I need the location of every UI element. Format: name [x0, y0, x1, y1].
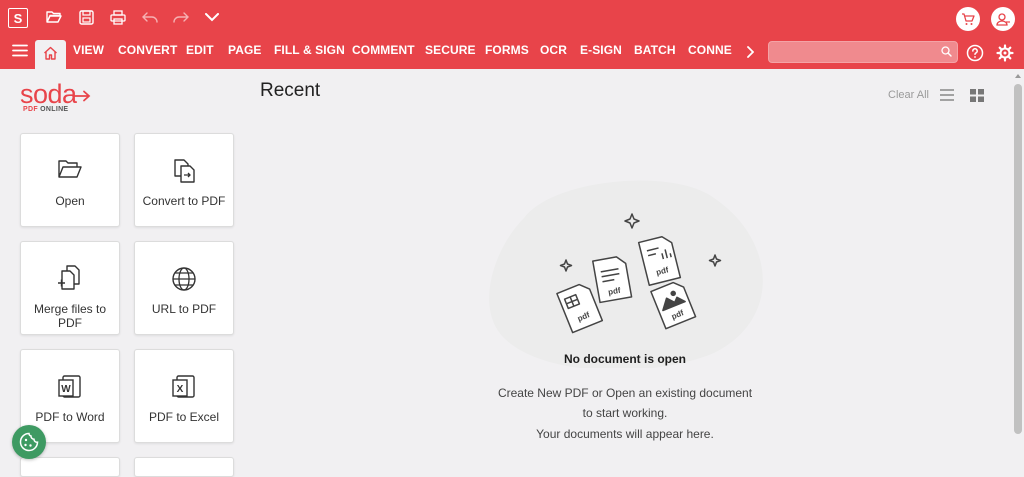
empty-state-line-3: Your documents will appear here. — [536, 427, 714, 441]
chevron-right-icon[interactable] — [746, 46, 754, 58]
card-label: Open — [55, 194, 85, 208]
user-account-icon[interactable] — [991, 7, 1015, 31]
save-icon[interactable] — [79, 10, 94, 25]
top-toolbar: S VIEW CONVERT EDIT PAGE FILL & SIGN COM… — [0, 0, 1024, 69]
card-label: Convert to PDF — [142, 194, 226, 208]
list-view-icon[interactable] — [940, 89, 954, 101]
open-card[interactable]: Open — [20, 133, 120, 227]
app-logo-letter: S — [13, 10, 23, 26]
more-action-card[interactable] — [134, 457, 234, 477]
menu-view[interactable]: VIEW — [73, 38, 104, 69]
settings-gear-icon[interactable] — [996, 44, 1014, 62]
print-icon[interactable] — [110, 10, 126, 25]
logo-word: soda — [20, 79, 77, 109]
cart-icon[interactable] — [956, 7, 980, 31]
undo-icon[interactable] — [142, 11, 158, 23]
excel-file-icon: X — [135, 374, 233, 400]
empty-state-line-2: to start working. — [582, 406, 668, 420]
menu-forms[interactable]: FORMS — [485, 38, 529, 69]
logo-online: ONLINE — [37, 106, 69, 113]
cookie-settings-button[interactable] — [12, 425, 46, 459]
card-label: PDF to Word — [35, 410, 105, 424]
logo-arrow-icon — [72, 90, 91, 102]
scroll-up-icon[interactable] — [1015, 74, 1021, 78]
home-icon — [43, 46, 58, 60]
grid-view-icon[interactable] — [970, 89, 984, 102]
globe-icon — [135, 266, 233, 292]
empty-state-line-1: Create New PDF or Open an existing docum… — [497, 386, 753, 400]
logo-subtitle: PDF ONLINE — [23, 106, 68, 113]
pdf-to-excel-card[interactable]: X PDF to Excel — [134, 349, 234, 443]
svg-text:W: W — [61, 384, 71, 395]
vertical-scrollbar[interactable] — [1012, 70, 1024, 468]
menu-comment[interactable]: COMMENT — [352, 38, 415, 69]
card-label: URL to PDF — [151, 302, 217, 316]
card-label: Merge files to PDF — [33, 302, 107, 330]
logo-pdf: PDF — [23, 106, 38, 113]
tab-home[interactable] — [35, 40, 66, 69]
menu-fill-sign[interactable]: FILL & SIGN — [274, 38, 345, 69]
soda-pdf-logo: soda PDF ONLINE — [20, 79, 91, 113]
search-input[interactable] — [775, 44, 939, 62]
menu-edit[interactable]: EDIT — [186, 38, 214, 69]
more-action-card[interactable] — [20, 457, 120, 477]
convert-to-pdf-card[interactable]: Convert to PDF — [134, 133, 234, 227]
menu-batch[interactable]: BATCH — [634, 38, 676, 69]
search-icon[interactable] — [941, 46, 952, 57]
open-folder-icon[interactable] — [46, 10, 62, 24]
word-file-icon: W — [21, 374, 119, 400]
recent-title: Recent — [260, 80, 321, 101]
merge-files-card[interactable]: Merge files to PDF — [20, 241, 120, 335]
scrollbar-thumb[interactable] — [1014, 84, 1022, 434]
cookie-icon — [19, 432, 39, 452]
hamburger-menu-icon[interactable] — [12, 44, 28, 57]
menu-convert[interactable]: CONVERT — [118, 38, 177, 69]
clear-all-button[interactable]: Clear All — [888, 89, 929, 101]
redo-icon[interactable] — [173, 11, 189, 23]
quick-access-bar: S — [0, 0, 1024, 38]
svg-text:X: X — [177, 384, 184, 395]
menu-secure[interactable]: SECURE — [425, 38, 476, 69]
empty-state-title: No document is open — [563, 352, 686, 366]
menu-connect[interactable]: CONNEC — [688, 38, 732, 69]
folder-open-icon — [21, 158, 119, 180]
card-label: PDF to Excel — [148, 410, 220, 424]
convert-doc-icon — [135, 158, 233, 184]
url-to-pdf-card[interactable]: URL to PDF — [134, 241, 234, 335]
search-box[interactable] — [768, 41, 958, 63]
help-icon[interactable] — [966, 44, 984, 62]
merge-files-icon — [21, 264, 119, 292]
menu-page[interactable]: PAGE — [228, 38, 262, 69]
empty-documents-illustration: pdf pdf pdf pdf — [489, 180, 763, 368]
menu-e-sign[interactable]: E-SIGN — [580, 38, 622, 69]
app-logo-icon[interactable]: S — [8, 8, 28, 28]
menu-ocr[interactable]: OCR — [540, 38, 567, 69]
chevron-down-icon[interactable] — [205, 13, 219, 22]
